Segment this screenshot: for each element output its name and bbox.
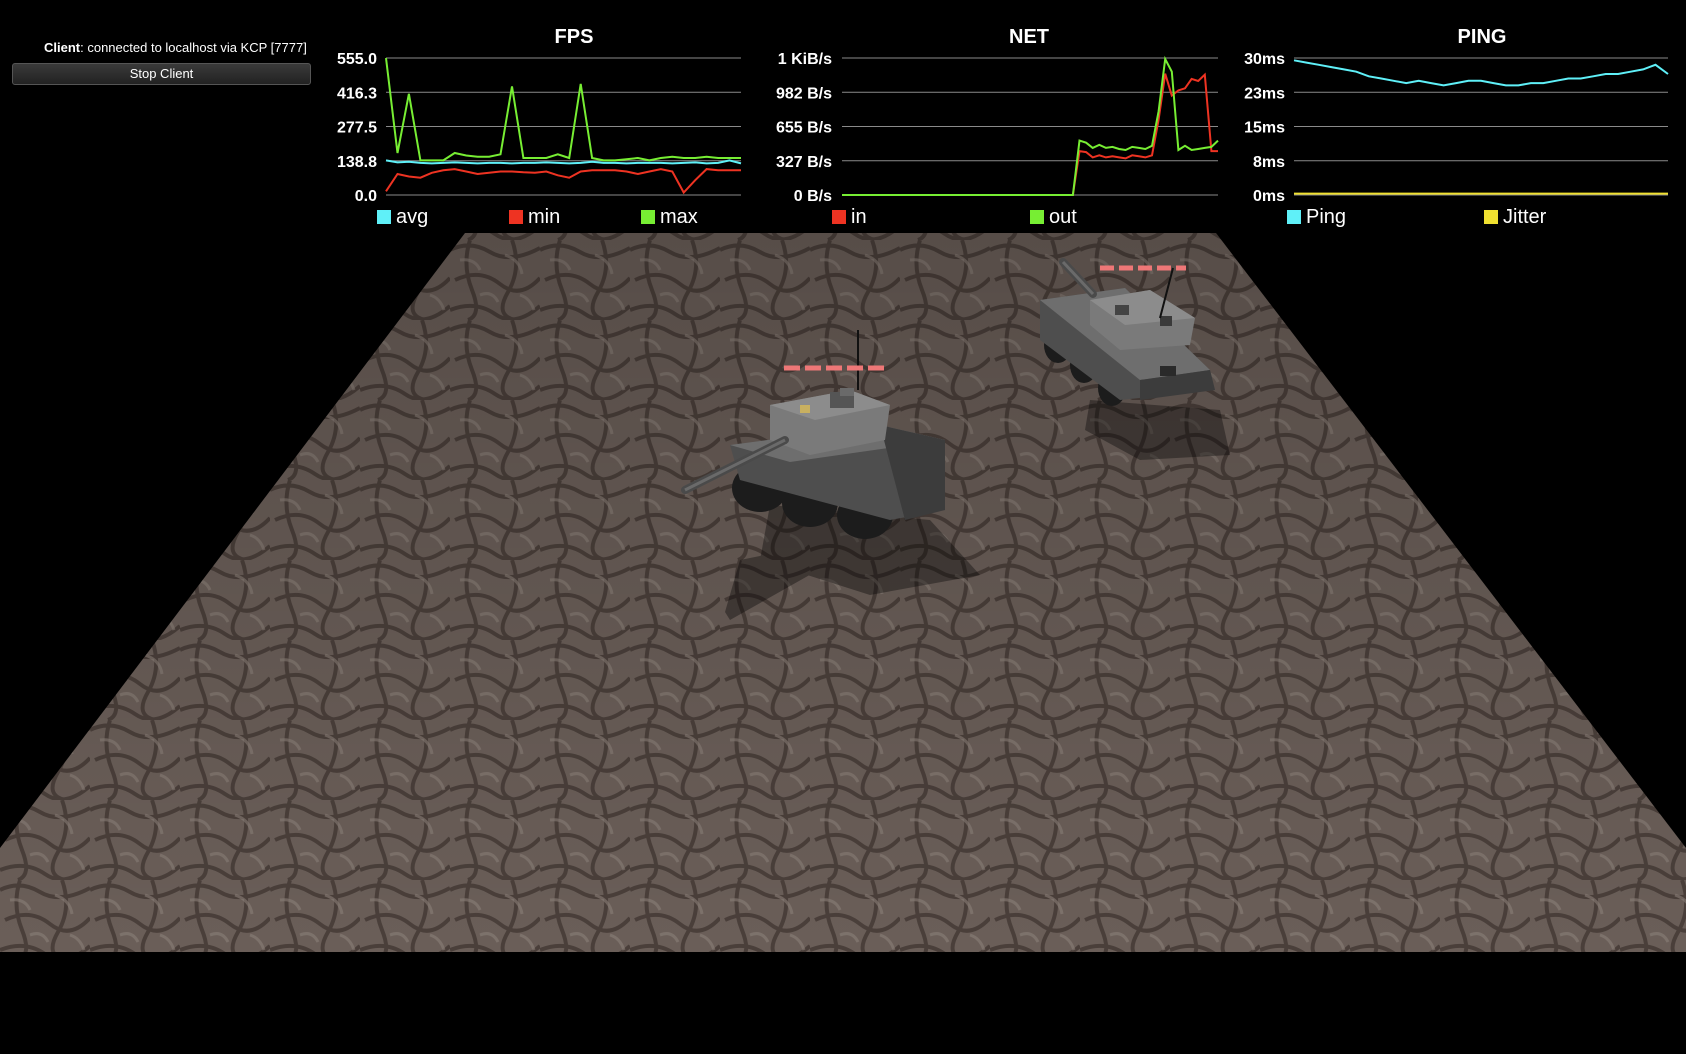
ping-legend-label: Jitter [1503,206,1547,228]
net-graph-title: NET [1009,26,1049,48]
ping-tick-label: 30ms [1244,51,1285,68]
ping-legend-swatch [1484,210,1498,224]
net-tick-label: 1 KiB/s [778,51,832,68]
game-scene: FPS 555.0 416.3 277.5 138.8 0.0 avg min max NET 1… [0,26,1686,952]
net-tick-label: 0 B/s [794,188,832,205]
ping-graph: PING 30ms 23ms 15ms 8ms 0ms Ping Jitter [1244,26,1669,228]
fps-series-min [385,168,741,195]
fps-legend-label: avg [396,206,428,228]
net-legend-swatch [1030,210,1044,224]
ping-tick-label: 15ms [1244,120,1285,137]
stop-client-button[interactable]: Stop Client [12,63,311,85]
net-legend-swatch [832,210,846,224]
fps-tick-label: 277.5 [337,120,377,137]
ping-tick-label: 23ms [1244,85,1285,102]
fps-legend-label: max [660,206,698,228]
net-tick-label: 327 B/s [776,154,832,171]
fps-tick-label: 0.0 [355,188,377,205]
ping-tick-label: 0ms [1253,188,1285,205]
net-tick-label: 982 B/s [776,85,832,102]
ping-tick-label: 8ms [1253,154,1285,171]
fps-tick-label: 555.0 [337,51,377,68]
net-graph: NET 1 KiB/s 982 B/s 655 B/s 327 B/s 0 B/s in ou… [776,26,1219,228]
ping-graph-title: PING [1458,26,1507,48]
fps-legend-swatch [509,210,523,224]
client-status-text: Client: connected to localhost via KCP [… [44,40,307,55]
fps-tick-label: 138.8 [337,154,377,171]
ping-legend-label: Ping [1306,206,1346,228]
fps-graph-title: FPS [555,26,594,48]
ping-series-ping [1293,59,1669,87]
client-status-label: Client [44,40,81,55]
fps-tick-label: 416.3 [337,85,377,102]
fps-legend-swatch [641,210,655,224]
fps-legend-swatch [377,210,391,224]
net-legend-label: in [851,206,867,228]
fps-series-max [385,57,741,162]
fps-legend-label: min [528,206,560,228]
net-tick-label: 655 B/s [776,120,832,137]
ping-legend-swatch [1287,210,1301,224]
client-status-detail: : connected to localhost via KCP [7777] [80,40,307,55]
fps-graph: FPS 555.0 416.3 277.5 138.8 0.0 avg min max [337,26,742,228]
net-legend-label: out [1049,206,1077,228]
